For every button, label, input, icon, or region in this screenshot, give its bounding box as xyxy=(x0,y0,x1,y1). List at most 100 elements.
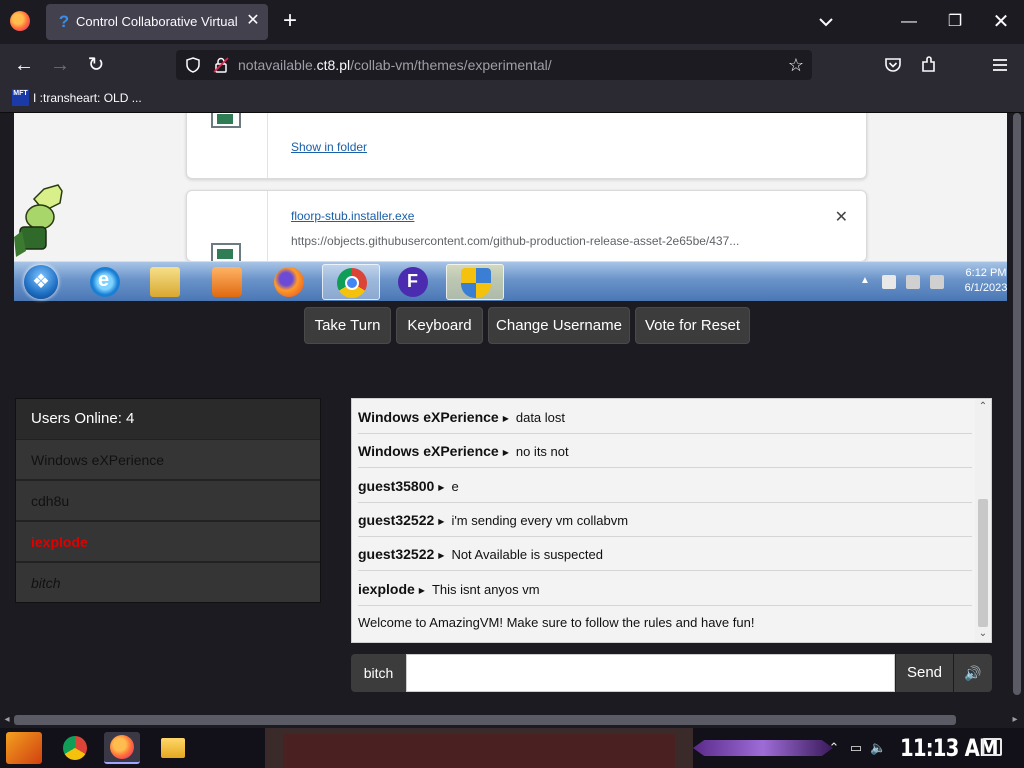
users-online-header: Users Online: 4 xyxy=(16,399,320,439)
insecure-lock-icon[interactable] xyxy=(212,56,230,74)
page-horizontal-scrollbar[interactable]: ◂ ▸ xyxy=(0,712,1024,728)
file-icon xyxy=(211,113,241,128)
keyboard-button[interactable]: Keyboard xyxy=(396,307,483,344)
firefox-host-task[interactable] xyxy=(104,732,140,764)
desktop-character-icon xyxy=(14,184,63,257)
download-file-link[interactable]: floorp-stub.installer.exe xyxy=(291,209,414,223)
taskbar-decoration xyxy=(693,740,833,756)
security-task[interactable] xyxy=(446,264,504,300)
start-orb[interactable] xyxy=(24,265,58,299)
firefox-icon xyxy=(110,735,134,759)
page-scroll-thumb[interactable] xyxy=(1013,113,1021,695)
navigation-toolbar: ← → ↻ notavailable.ct8.pl/collab-vm/them… xyxy=(0,44,1024,86)
firefox-logo-icon[interactable] xyxy=(10,11,30,31)
chrome-task[interactable] xyxy=(322,264,380,300)
chat-scrollbar[interactable]: ⌃ ⌄ xyxy=(975,399,991,642)
tray-expand-icon[interactable]: ⌃ xyxy=(826,740,842,756)
user-item[interactable]: iexplode xyxy=(16,521,320,561)
network-icon[interactable]: ▭ xyxy=(848,740,864,756)
floorp-icon: F xyxy=(398,267,428,297)
new-tab-button[interactable]: + xyxy=(279,9,301,33)
page-hscroll-thumb[interactable] xyxy=(14,715,956,725)
taskbar-wallpaper-strip xyxy=(265,728,693,768)
send-button[interactable]: Send xyxy=(895,654,953,692)
divider xyxy=(267,191,268,261)
restore-button[interactable]: ❐ xyxy=(943,10,967,34)
user-item[interactable]: bitch xyxy=(16,562,320,602)
tray-expand-icon[interactable]: ▲ xyxy=(860,275,874,289)
file-icon xyxy=(211,243,241,263)
close-window-button[interactable]: ✕ xyxy=(989,10,1013,34)
chat-message: Windows eXPerience ▶ no its not xyxy=(358,434,972,468)
flag-error-icon[interactable] xyxy=(882,275,896,289)
close-icon[interactable]: ✕ xyxy=(835,207,848,227)
chrome-host-task[interactable] xyxy=(57,732,93,764)
page-vertical-scrollbar[interactable] xyxy=(1010,113,1024,713)
download-item: Show in folder xyxy=(186,113,867,179)
security-shield-icon xyxy=(461,268,491,298)
take-turn-button[interactable]: Take Turn xyxy=(304,307,391,344)
explorer-icon xyxy=(150,267,180,297)
system-message: Welcome to AmazingVM! Make sure to follo… xyxy=(358,615,755,630)
chat-message: guest32522 ▶ i'm sending every vm collabvm xyxy=(358,503,972,537)
back-button[interactable]: ← xyxy=(12,53,36,77)
file-explorer-host-task[interactable] xyxy=(155,732,191,764)
url-text[interactable]: notavailable.ct8.pl/collab-vm/themes/exp… xyxy=(238,57,552,73)
reload-button[interactable]: ↻ xyxy=(84,53,108,77)
internet-explorer-task[interactable]: e xyxy=(76,264,134,300)
bookmark-item[interactable]: I :transheart: OLD ... xyxy=(33,91,142,105)
vm-taskbar: e F ▲ 6:12 PM 6/1/2023 xyxy=(14,261,1007,301)
internet-explorer-icon: e xyxy=(90,267,120,297)
chat-scroll-thumb[interactable] xyxy=(978,499,988,627)
scroll-left-icon[interactable]: ◂ xyxy=(0,712,14,728)
close-tab-icon[interactable]: ✕ xyxy=(244,12,262,30)
vm-clock[interactable]: 6:12 PM 6/1/2023 xyxy=(964,266,1008,296)
forward-button[interactable]: → xyxy=(48,53,72,77)
chrome-icon xyxy=(63,736,87,760)
divider xyxy=(267,113,268,178)
volume-icon[interactable]: 🔈 xyxy=(870,740,886,756)
preview-image xyxy=(283,734,675,768)
volume-icon[interactable]: 🔊 xyxy=(954,654,992,692)
chevron-down-icon[interactable] xyxy=(816,12,836,32)
volume-muted-icon[interactable] xyxy=(930,275,944,289)
network-icon[interactable] xyxy=(906,275,920,289)
scroll-up-icon[interactable]: ⌃ xyxy=(977,401,989,413)
question-icon: ? xyxy=(58,12,70,31)
chat-input-row: bitch Send 🔊 xyxy=(351,654,992,692)
start-menu-icon[interactable] xyxy=(6,732,42,764)
firefox-task[interactable] xyxy=(260,264,318,300)
chat-message: Windows eXPerience ▶ data lost xyxy=(358,400,972,434)
change-username-button[interactable]: Change Username xyxy=(488,307,630,344)
extensions-icon[interactable] xyxy=(919,55,939,75)
scroll-down-icon[interactable]: ⌄ xyxy=(977,628,989,640)
folder-icon xyxy=(161,738,185,758)
user-item[interactable]: cdh8u xyxy=(16,480,320,520)
url-bar[interactable]: notavailable.ct8.pl/collab-vm/themes/exp… xyxy=(176,50,812,80)
tracking-shield-icon[interactable] xyxy=(184,56,202,74)
vm-system-tray: ▲ 6:12 PM 6/1/2023 xyxy=(854,262,1007,302)
minimize-button[interactable]: — xyxy=(897,10,921,34)
vote-reset-button[interactable]: Vote for Reset xyxy=(635,307,750,344)
users-online-panel: Users Online: 4 Windows eXPerience cdh8u… xyxy=(15,398,321,603)
hamburger-menu-icon[interactable] xyxy=(990,55,1010,75)
browser-tab-bar: ? Control Collaborative Virtual M ✕ + — … xyxy=(0,0,1024,44)
bookmark-star-icon[interactable]: ☆ xyxy=(786,55,806,75)
explorer-task[interactable] xyxy=(136,264,194,300)
show-in-folder-link[interactable]: Show in folder xyxy=(291,140,367,154)
firefox-icon xyxy=(274,267,304,297)
chat-username-button[interactable]: bitch xyxy=(351,654,406,692)
chat-input[interactable] xyxy=(406,654,895,692)
notification-icon[interactable] xyxy=(982,738,1002,756)
bookmark-favicon: MFT xyxy=(12,89,29,106)
scroll-right-icon[interactable]: ▸ xyxy=(1008,712,1022,728)
user-item[interactable]: Windows eXPerience xyxy=(16,439,320,479)
bookmarks-toolbar: MFT I :transheart: OLD ... xyxy=(0,86,1024,113)
pocket-icon[interactable] xyxy=(883,55,903,75)
chat-message: guest35800 ▶ e xyxy=(358,469,972,503)
host-taskbar: ⌃ ▭ 🔈 11:13 AM xyxy=(0,728,1024,768)
browser-tab[interactable]: ? Control Collaborative Virtual M ✕ xyxy=(46,4,268,40)
media-player-task[interactable] xyxy=(198,264,256,300)
chat-panel: Windows eXPerience ▶ data lost Windows eXP… xyxy=(351,398,992,643)
floorp-task[interactable]: F xyxy=(384,264,442,300)
